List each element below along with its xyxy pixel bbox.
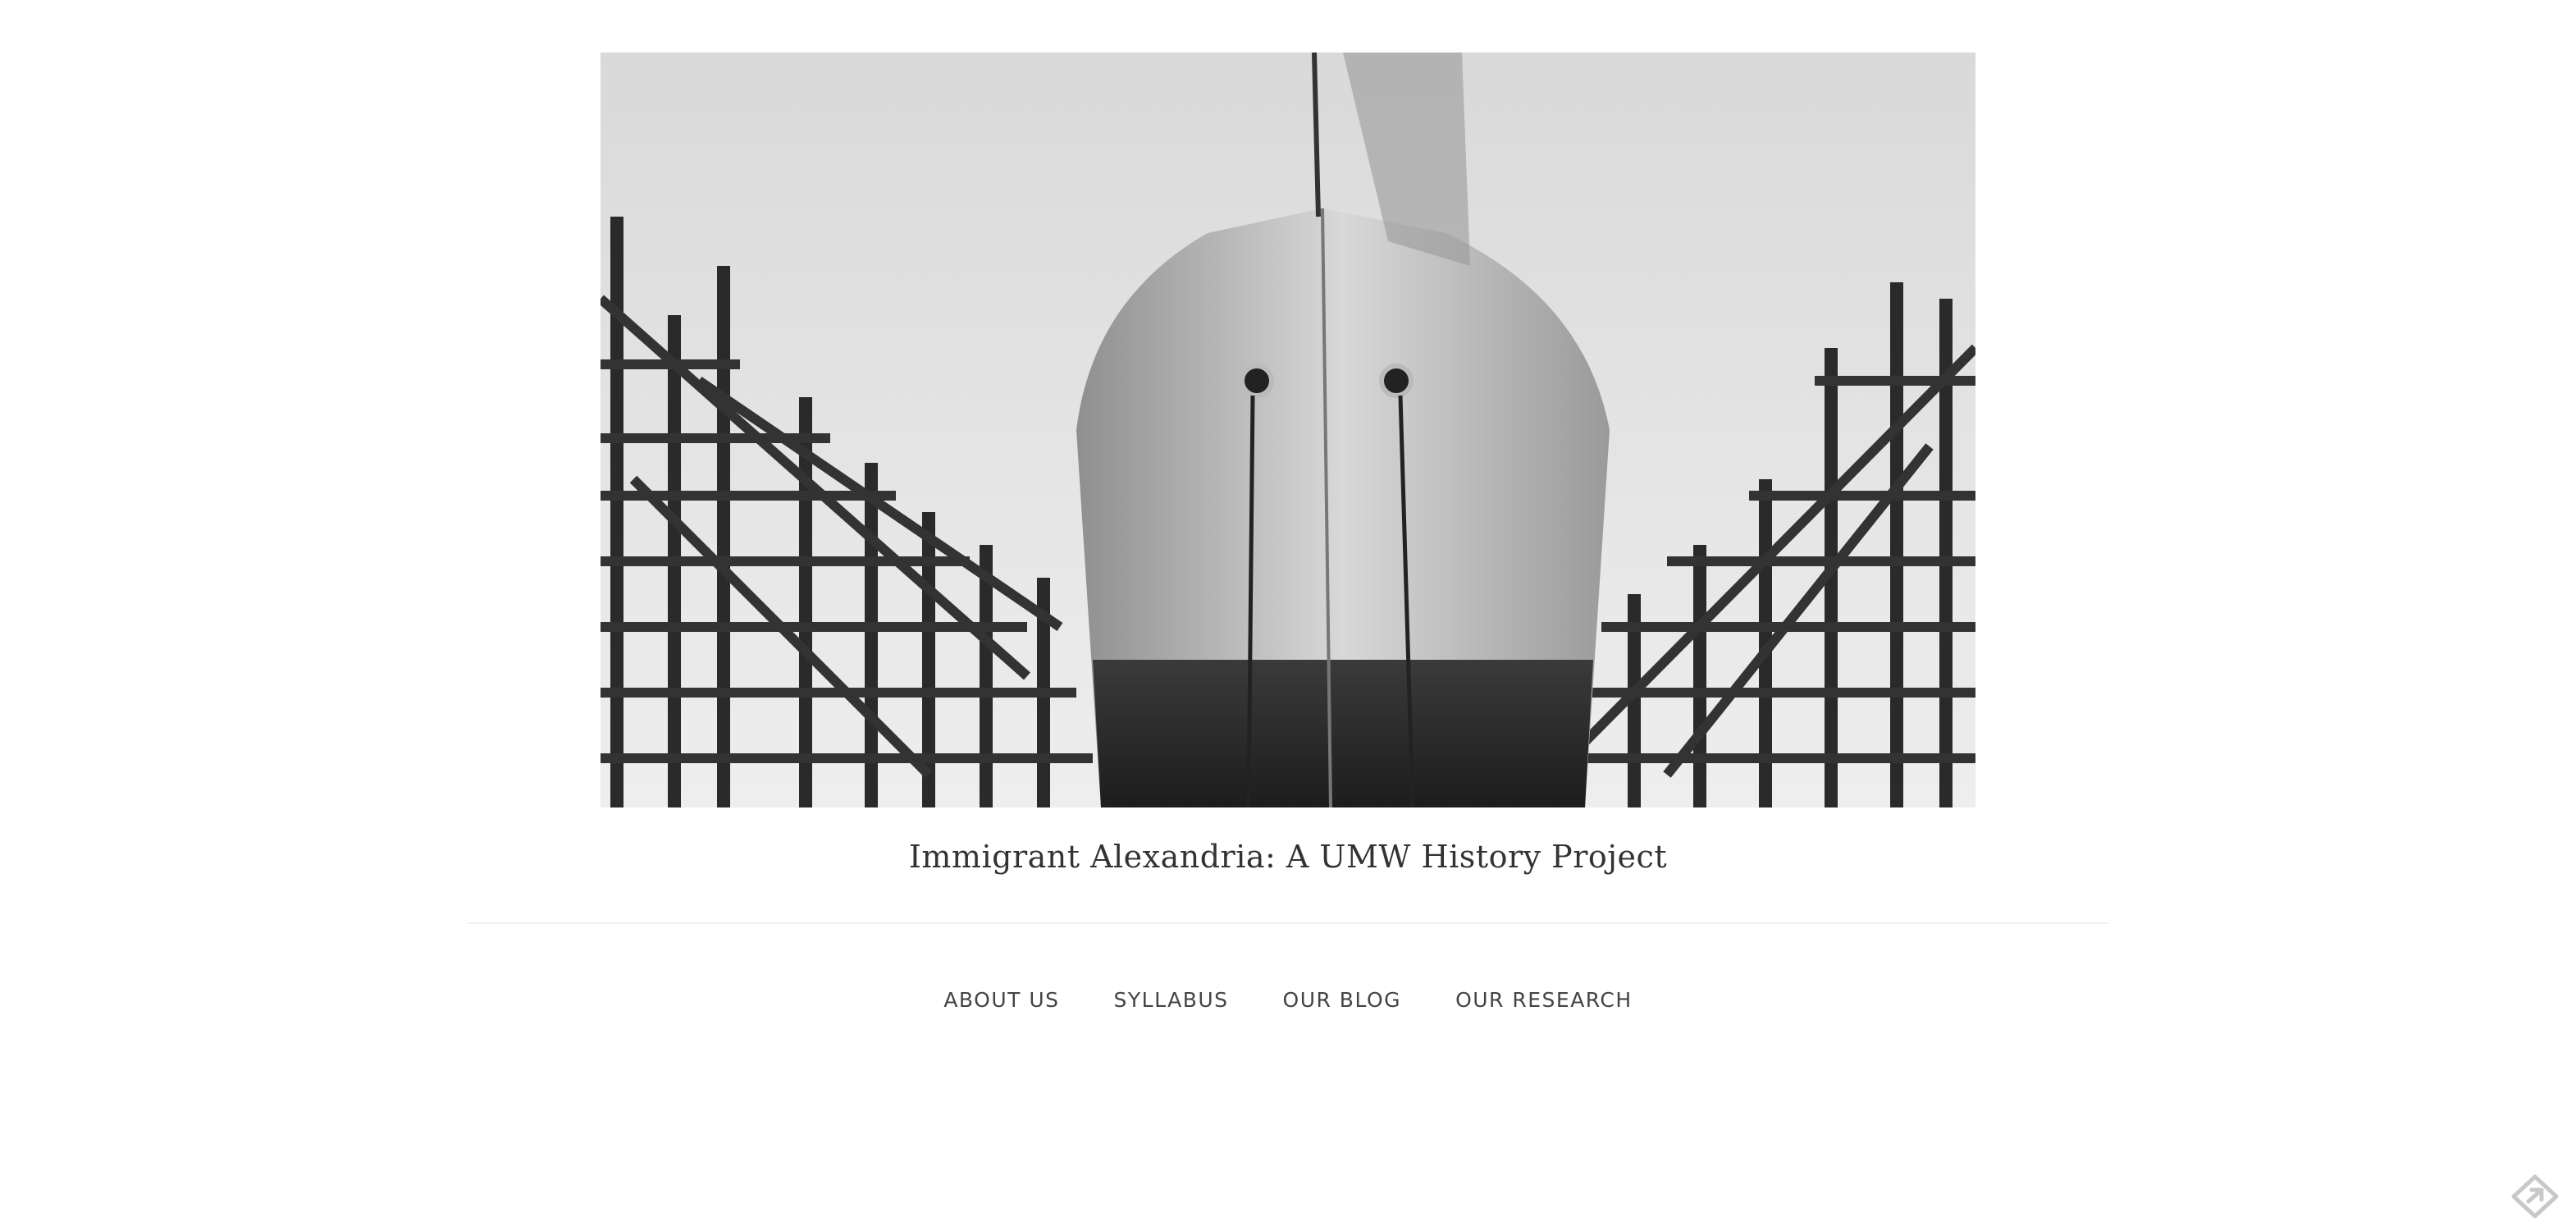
nav-item-syllabus[interactable]: SYLLABUS <box>1114 981 1229 1019</box>
nav-item-our-blog[interactable]: OUR BLOG <box>1283 981 1402 1019</box>
site-title[interactable]: Immigrant Alexandria: A UMW History Proj… <box>0 832 2576 881</box>
diamond-arrow-icon[interactable] <box>2510 1173 2560 1219</box>
page: Immigrant Alexandria: A UMW History Proj… <box>0 0 2576 1226</box>
nav-item-our-research[interactable]: OUR RESEARCH <box>1455 981 1633 1019</box>
main-navigation: ABOUT US SYLLABUS OUR BLOG OUR RESEARCH <box>0 981 2576 1019</box>
ship-photo <box>601 53 1975 807</box>
nav-item-about-us[interactable]: ABOUT US <box>943 981 1059 1019</box>
header-image[interactable] <box>601 53 1975 807</box>
header-divider <box>468 922 2108 924</box>
